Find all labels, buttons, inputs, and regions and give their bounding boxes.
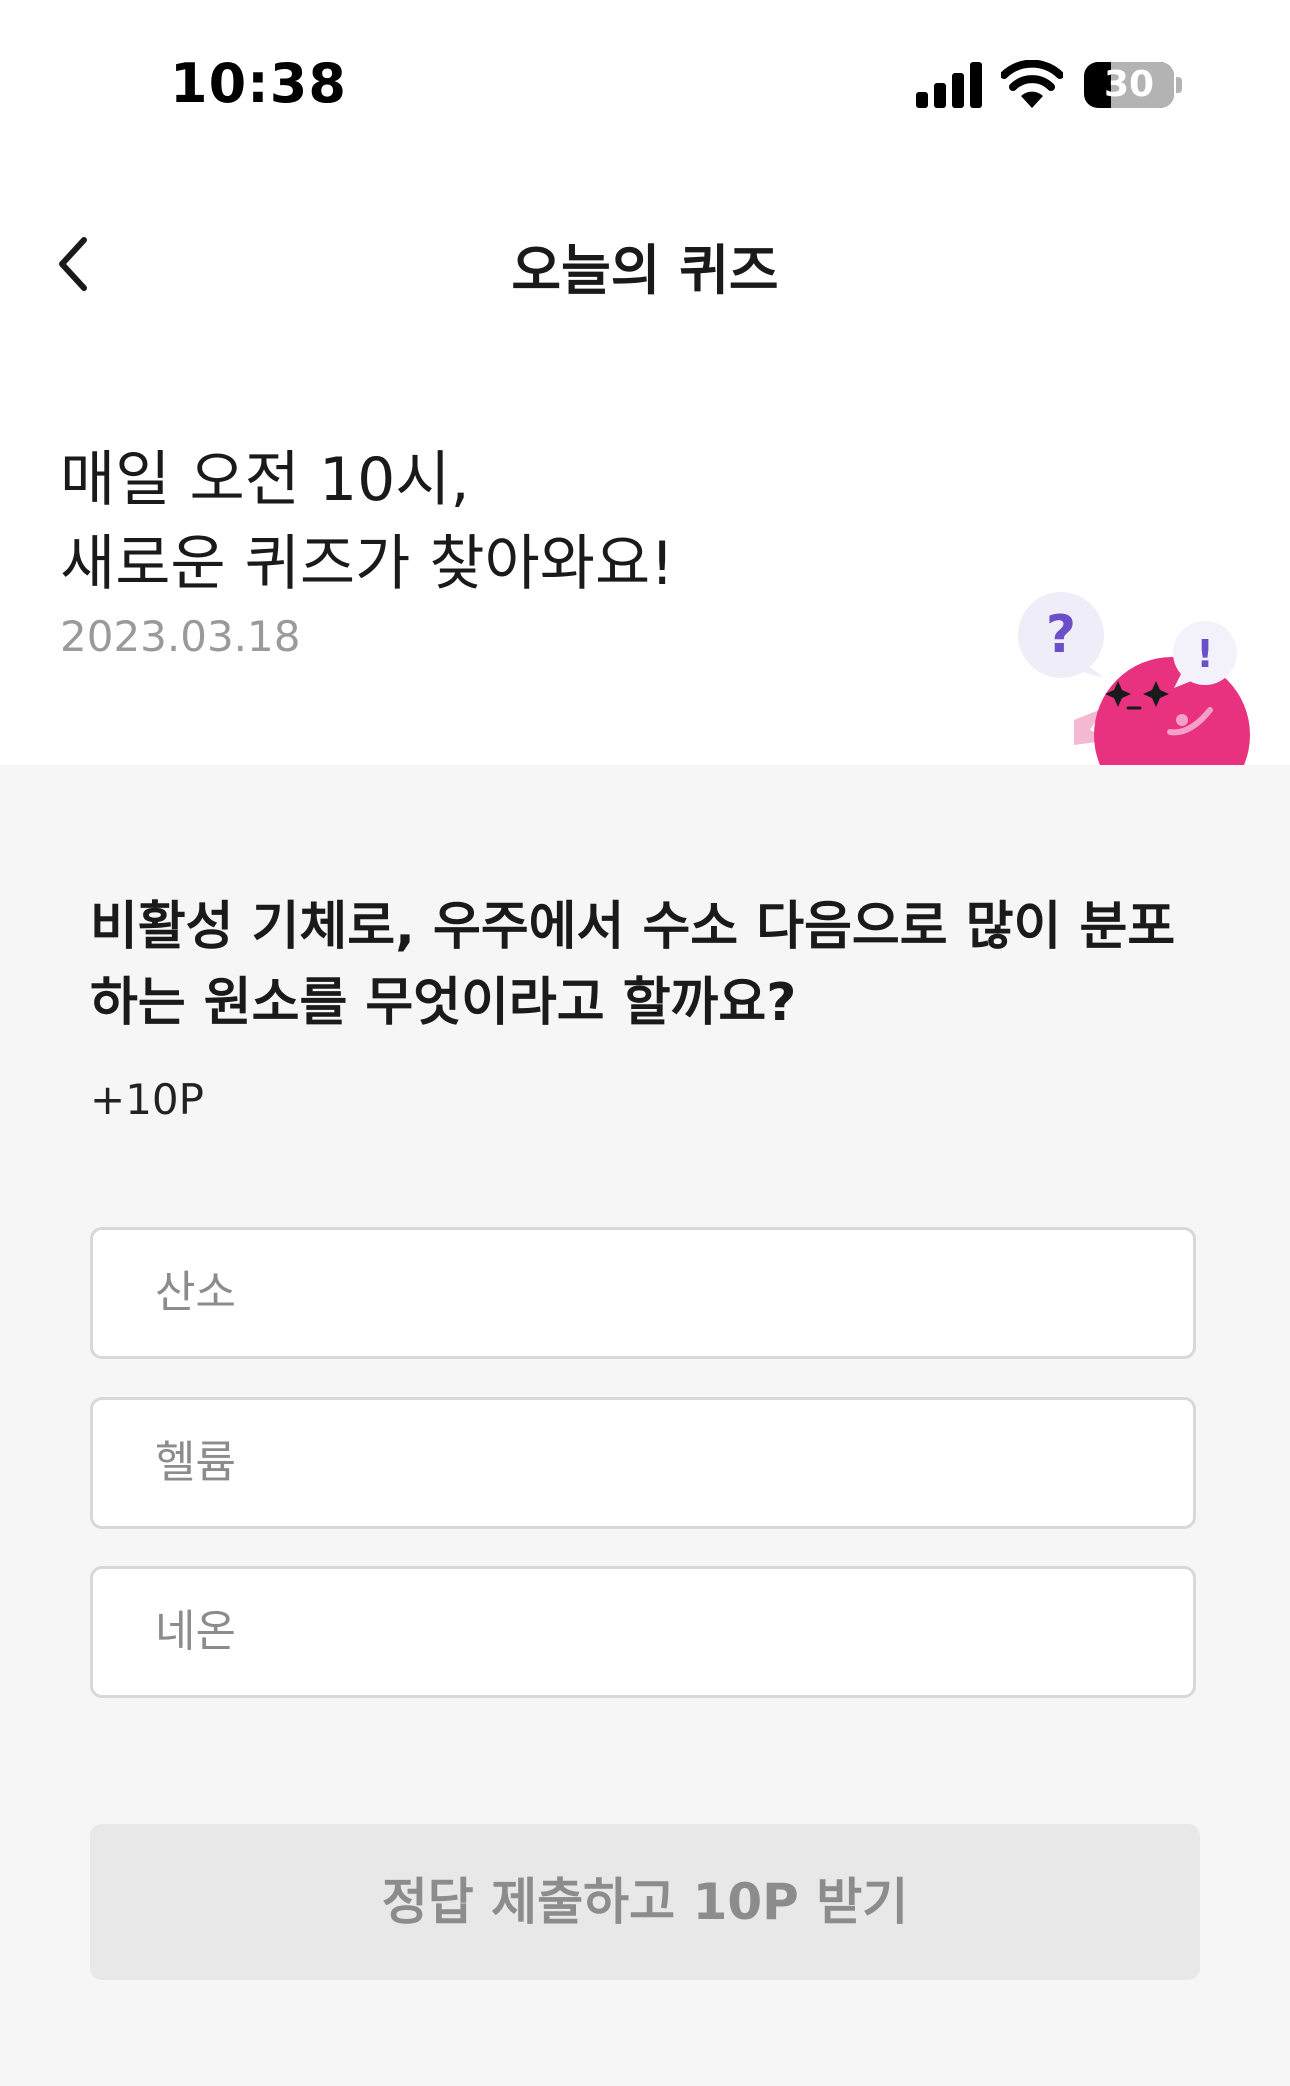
- signal-icon: [916, 62, 982, 108]
- header-title: 매일 오전 10시, 새로운 퀴즈가 찾아와요!: [60, 445, 675, 599]
- page-title: 오늘의 퀴즈: [511, 239, 779, 302]
- status-time: 10:38: [170, 52, 347, 115]
- answer-option-1[interactable]: 산소: [90, 1227, 1196, 1359]
- quiz-question: 비활성 기체로, 우주에서 수소 다음으로 많이 분포 하는 원소를 무엇이라고…: [90, 897, 1176, 1033]
- battery-icon: 30: [1084, 62, 1174, 108]
- exclamation-mark: !: [1196, 632, 1213, 676]
- quiz-points: +10P: [90, 1075, 204, 1124]
- chevron-left-icon: [59, 237, 87, 291]
- back-button[interactable]: [46, 226, 106, 306]
- quiz-date: 2023.03.18: [60, 612, 301, 661]
- answer-option-label: 헬륨: [155, 1437, 236, 1488]
- answer-option-3[interactable]: 네온: [90, 1566, 1196, 1698]
- battery-nub: [1176, 77, 1182, 93]
- wifi-icon: [1001, 60, 1063, 108]
- answer-option-label: 네온: [155, 1606, 236, 1657]
- status-bar: 10:38 30: [0, 0, 1290, 170]
- exclamation-bubble-icon: !: [1173, 621, 1237, 688]
- answer-option-2[interactable]: 헬륨: [90, 1397, 1196, 1529]
- submit-answer-button[interactable]: 정답 제출하고 10P 받기: [90, 1824, 1200, 1980]
- battery-level: 30: [1103, 64, 1155, 105]
- quiz-section: 비활성 기체로, 우주에서 수소 다음으로 많이 분포 하는 원소를 무엇이라고…: [0, 765, 1290, 2086]
- answer-option-label: 산소: [155, 1267, 236, 1318]
